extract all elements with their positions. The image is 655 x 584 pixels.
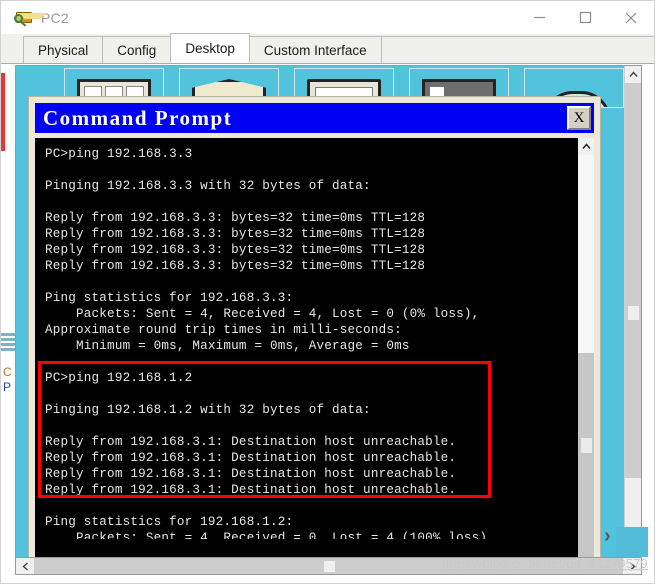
tab-strip-filler: [380, 36, 654, 63]
pc2-window: PC2 Physical Config Desktop Custom Inter…: [0, 0, 655, 584]
window-controls: [516, 1, 654, 34]
terminal-line: Ping statistics for 192.168.3.3:: [45, 291, 294, 305]
command-prompt-body: PC>ping 192.168.3.3 Pinging 192.168.3.3 …: [35, 138, 594, 567]
terminal-line: Reply from 192.168.3.3: bytes=32 time=0m…: [45, 259, 426, 273]
terminal-scroll-grip: [581, 438, 592, 453]
terminal-line: Minimum = 0ms, Maximum = 0ms, Average = …: [45, 339, 410, 353]
command-prompt-close-button[interactable]: X: [567, 106, 591, 130]
terminal-line: Reply from 192.168.3.3: bytes=32 time=0m…: [45, 227, 426, 241]
watermark-text: https://blog.csdn.net/qq_43279579: [441, 556, 648, 571]
tab-bar: Physical Config Desktop Custom Interface: [1, 33, 654, 64]
terminal-line: Ping statistics for 192.168.1.2:: [45, 515, 294, 529]
packet-tracer-icon: [14, 9, 47, 27]
edge-partial-text: C P: [3, 365, 12, 395]
terminal-line: Reply from 192.168.3.3: bytes=32 time=0m…: [45, 211, 426, 225]
command-prompt-titlebar: Command Prompt X: [35, 103, 594, 133]
terminal-line: Reply from 192.168.3.1: Destination host…: [45, 451, 457, 465]
watermark-badge: [604, 525, 648, 557]
terminal-line: Pinging 192.168.3.3 with 32 bytes of dat…: [45, 179, 371, 193]
terminal-line: PC>ping 192.168.1.2: [45, 371, 193, 385]
command-prompt-title: Command Prompt: [43, 105, 233, 130]
terminal-scroll-track-top[interactable]: [578, 155, 594, 353]
terminal-line: Pinging 192.168.1.2 with 32 bytes of dat…: [45, 403, 371, 417]
desktop-scroll-grip: [628, 306, 639, 320]
desktop-scroll-up-icon[interactable]: [625, 66, 641, 83]
scroll-left-icon[interactable]: [16, 558, 34, 574]
maximize-button[interactable]: [562, 1, 608, 34]
edge-letter-p: P: [3, 380, 12, 394]
minimize-button[interactable]: [516, 1, 562, 34]
edge-letter-c: C: [3, 365, 12, 379]
desktop-scroll-thumb[interactable]: [625, 83, 641, 478]
left-edge-strip: C P: [1, 65, 16, 568]
screenshot-root: PC2 Physical Config Desktop Custom Inter…: [0, 0, 655, 584]
close-button[interactable]: [608, 1, 654, 34]
desktop-panel: Command Prompt X PC>ping 192.168.3.3 Pin…: [15, 65, 642, 568]
tab-config[interactable]: Config: [102, 36, 172, 63]
scroll-up-icon[interactable]: [578, 138, 594, 155]
terminal-line: Reply from 192.168.3.3: bytes=32 time=0m…: [45, 243, 426, 257]
command-prompt-window: Command Prompt X PC>ping 192.168.3.3 Pin…: [28, 96, 601, 567]
tab-custom-interface[interactable]: Custom Interface: [248, 36, 382, 63]
terminal-line: Reply from 192.168.3.1: Destination host…: [45, 435, 457, 449]
terminal-line: PC>ping 192.168.3.3: [45, 147, 193, 161]
terminal-line: Reply from 192.168.3.1: Destination host…: [45, 483, 457, 497]
terminal-line: Reply from 192.168.3.1: Destination host…: [45, 467, 457, 481]
edge-bars: [1, 333, 15, 355]
terminal-scrollbar[interactable]: [577, 138, 594, 567]
terminal-line: Packets: Sent = 4, Received = 4, Lost = …: [45, 307, 480, 321]
terminal-line: Approximate round trip times in milli-se…: [45, 323, 402, 337]
terminal-output[interactable]: PC>ping 192.168.3.3 Pinging 192.168.3.3 …: [35, 138, 577, 567]
tab-desktop[interactable]: Desktop: [170, 33, 250, 63]
tab-physical[interactable]: Physical: [23, 36, 104, 63]
desktop-scrollbar[interactable]: [624, 66, 641, 567]
window-titlebar: PC2: [1, 1, 654, 34]
terminal-line: Packets: Sent = 4, Received = 0, Lost = …: [45, 531, 495, 539]
horizontal-scroll-grip: [323, 561, 335, 572]
edge-red-marker: [1, 73, 5, 151]
